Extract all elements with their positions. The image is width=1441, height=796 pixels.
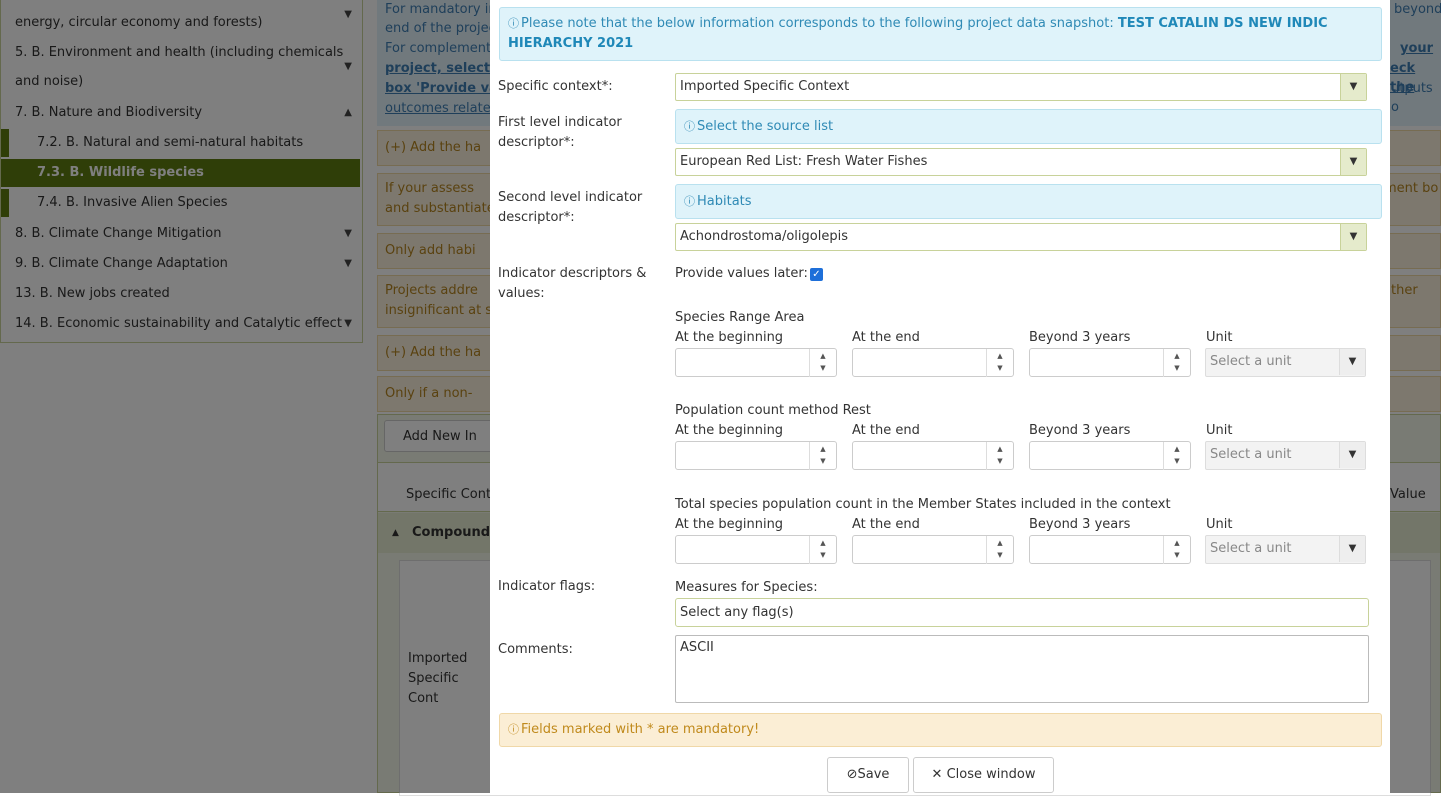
specific-context-label: Specific context*: bbox=[498, 79, 613, 94]
first-level-hint: ⓘ Select the source list bbox=[675, 109, 1382, 144]
close-icon: ✕ bbox=[931, 767, 943, 782]
column-label: Beyond 3 years bbox=[1029, 330, 1131, 345]
comments-label: Comments: bbox=[498, 642, 573, 657]
column-label: At the beginning bbox=[675, 423, 784, 438]
second-level-select[interactable]: Achondrostoma/oligolepis ▼ bbox=[675, 223, 1367, 251]
spinner-icon[interactable]: ▲ ▼ bbox=[986, 349, 1013, 377]
second-level-label: Second level indicator descriptor*: bbox=[498, 190, 643, 225]
hint-text: Habitats bbox=[697, 194, 752, 209]
spinner-icon[interactable]: ▲ ▼ bbox=[809, 536, 836, 564]
second-level-hint: ⓘ Habitats bbox=[675, 184, 1382, 219]
provide-later-label: Provide values later: bbox=[675, 266, 808, 281]
section-title: Total species population count in the Me… bbox=[675, 497, 1171, 512]
column-label: Unit bbox=[1206, 330, 1233, 345]
check-circle-icon: ⊘ bbox=[846, 767, 858, 782]
chevron-down-icon[interactable]: ▼ bbox=[1340, 224, 1366, 250]
chevron-down-icon[interactable]: ▼ bbox=[1339, 349, 1365, 375]
range-beginning-input[interactable]: ▲ ▼ bbox=[675, 348, 837, 377]
column-label: At the end bbox=[852, 517, 920, 532]
button-label: Save bbox=[857, 767, 890, 782]
chevron-down-icon[interactable]: ▼ bbox=[1340, 74, 1366, 100]
column-label: Beyond 3 years bbox=[1029, 423, 1131, 438]
specific-context-select[interactable]: Imported Specific Context ▼ bbox=[675, 73, 1367, 101]
population-beginning-input[interactable]: ▲ ▼ bbox=[675, 441, 837, 470]
info-icon: ⓘ bbox=[684, 195, 695, 208]
column-label: At the beginning bbox=[675, 330, 784, 345]
select-value: Imported Specific Context bbox=[680, 79, 850, 94]
measures-label: Measures for Species: bbox=[675, 580, 818, 595]
spinner-icon[interactable]: ▲ ▼ bbox=[1163, 442, 1190, 470]
column-label: Unit bbox=[1206, 423, 1233, 438]
flags-label: Indicator flags: bbox=[498, 579, 596, 594]
snapshot-note: Please note that the below information c… bbox=[521, 16, 1114, 31]
spinner-icon[interactable]: ▲ ▼ bbox=[1163, 536, 1190, 564]
total-beginning-input[interactable]: ▲ ▼ bbox=[675, 535, 837, 564]
mandatory-text: Fields marked with * are mandatory! bbox=[521, 722, 760, 737]
total-end-input[interactable]: ▲ ▼ bbox=[852, 535, 1014, 564]
descriptors-label: Indicator descriptors & values: bbox=[498, 266, 647, 301]
chevron-down-icon[interactable]: ▼ bbox=[1339, 536, 1365, 562]
total-beyond-input[interactable]: ▲ ▼ bbox=[1029, 535, 1191, 564]
first-level-label: First level indicator descriptor*: bbox=[498, 115, 622, 150]
flags-multiselect[interactable]: Select any flag(s) bbox=[675, 598, 1369, 627]
select-value: Select a unit bbox=[1210, 447, 1292, 462]
info-icon: ⓘ bbox=[508, 17, 519, 30]
range-beyond-input[interactable]: ▲ ▼ bbox=[1029, 348, 1191, 377]
section-title: Population count method Rest bbox=[675, 403, 871, 418]
comments-value: ASCII bbox=[680, 640, 714, 655]
select-value: Select a unit bbox=[1210, 354, 1292, 369]
total-unit-select[interactable]: Select a unit ▼ bbox=[1205, 535, 1366, 564]
button-label: Close window bbox=[946, 767, 1036, 782]
info-icon: ⓘ bbox=[684, 120, 695, 133]
column-label: At the end bbox=[852, 330, 920, 345]
population-unit-select[interactable]: Select a unit ▼ bbox=[1205, 441, 1366, 470]
chevron-down-icon[interactable]: ▼ bbox=[1339, 442, 1365, 468]
save-button[interactable]: ⊘Save bbox=[827, 757, 909, 793]
flags-placeholder: Select any flag(s) bbox=[680, 605, 794, 620]
spinner-icon[interactable]: ▲ ▼ bbox=[809, 349, 836, 377]
comments-textarea[interactable]: ASCII bbox=[675, 635, 1369, 703]
column-label: Unit bbox=[1206, 517, 1233, 532]
close-window-button[interactable]: ✕ Close window bbox=[913, 757, 1054, 793]
range-unit-select[interactable]: Select a unit ▼ bbox=[1205, 348, 1366, 377]
first-level-select[interactable]: European Red List: Fresh Water Fishes ▼ bbox=[675, 148, 1367, 176]
range-end-input[interactable]: ▲ ▼ bbox=[852, 348, 1014, 377]
select-value: European Red List: Fresh Water Fishes bbox=[680, 154, 928, 169]
warning-icon: ⓘ bbox=[508, 723, 519, 736]
population-beyond-input[interactable]: ▲ ▼ bbox=[1029, 441, 1191, 470]
hint-text: Select the source list bbox=[697, 119, 834, 134]
column-label: Beyond 3 years bbox=[1029, 517, 1131, 532]
select-value: Select a unit bbox=[1210, 541, 1292, 556]
column-label: At the beginning bbox=[675, 517, 784, 532]
section-title: Species Range Area bbox=[675, 310, 805, 325]
mandatory-note: ⓘ Fields marked with * are mandatory! bbox=[499, 713, 1382, 747]
indicator-modal: ⓘ Please note that the below information … bbox=[490, 0, 1390, 793]
spinner-icon[interactable]: ▲ ▼ bbox=[1163, 349, 1190, 377]
spinner-icon[interactable]: ▲ ▼ bbox=[986, 442, 1013, 470]
spinner-icon[interactable]: ▲ ▼ bbox=[986, 536, 1013, 564]
provide-later-checkbox[interactable]: ✓ bbox=[810, 268, 823, 281]
column-label: At the end bbox=[852, 423, 920, 438]
select-value: Achondrostoma/oligolepis bbox=[680, 229, 848, 244]
snapshot-info: ⓘ Please note that the below information … bbox=[499, 7, 1382, 61]
population-end-input[interactable]: ▲ ▼ bbox=[852, 441, 1014, 470]
chevron-down-icon[interactable]: ▼ bbox=[1340, 149, 1366, 175]
spinner-icon[interactable]: ▲ ▼ bbox=[809, 442, 836, 470]
